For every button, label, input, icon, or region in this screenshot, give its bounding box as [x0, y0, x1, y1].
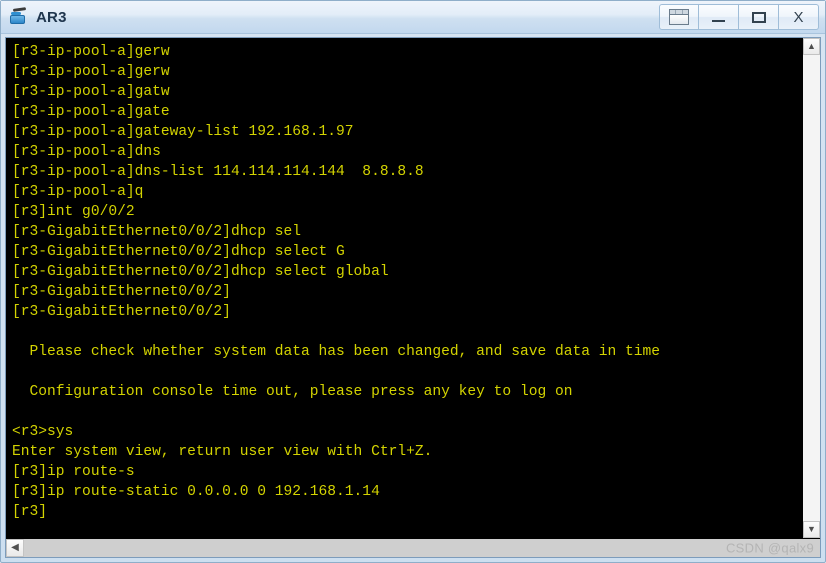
terminal-line: [r3-GigabitEthernet0/0/2] [12, 304, 231, 320]
terminal-line: Enter system view, return user view with… [12, 444, 433, 460]
terminal-line: [r3-GigabitEthernet0/0/2]dhcp select G [12, 244, 345, 260]
terminal-output[interactable]: [r3-ip-pool-a]gerw [r3-ip-pool-a]gerw [r… [6, 38, 802, 538]
terminal-line: [r3-ip-pool-a]dns-list 114.114.114.144 8… [12, 164, 424, 180]
title-bar-left: AR3 [9, 7, 659, 27]
scroll-up-icon[interactable]: ▲ [803, 38, 820, 55]
horizontal-scroll-track[interactable]: CSDN @qalx9 [24, 539, 820, 557]
close-button[interactable]: X [779, 4, 819, 30]
terminal-line: [r3]int g0/0/2 [12, 204, 135, 220]
terminal-line: [r3-ip-pool-a]gatw [12, 84, 170, 100]
minimize-button[interactable] [699, 4, 739, 30]
terminal-line: Please check whether system data has bee… [12, 344, 661, 360]
terminal-line: [r3-ip-pool-a]gateway-list 192.168.1.97 [12, 124, 354, 140]
terminal-line: [r3-GigabitEthernet0/0/2] [12, 284, 231, 300]
cascade-button[interactable] [659, 4, 699, 30]
scroll-left-icon[interactable]: ◀ [6, 539, 24, 557]
title-bar[interactable]: AR3 X [1, 1, 825, 34]
router-icon [9, 7, 29, 27]
terminal-line: [r3-GigabitEthernet0/0/2]dhcp sel [12, 224, 302, 240]
terminal-line: Configuration console time out, please p… [12, 384, 573, 400]
terminal-line: [r3]ip route-s [12, 464, 135, 480]
terminal-line: [r3-GigabitEthernet0/0/2]dhcp select glo… [12, 264, 389, 280]
cascade-icon [669, 9, 689, 25]
terminal-line: [r3-ip-pool-a]gerw [12, 44, 170, 60]
scroll-down-icon[interactable]: ▼ [803, 521, 820, 538]
terminal-body: [r3-ip-pool-a]gerw [r3-ip-pool-a]gerw [r… [6, 38, 820, 538]
terminal-frame: [r3-ip-pool-a]gerw [r3-ip-pool-a]gerw [r… [5, 37, 821, 558]
watermark-text: CSDN @qalx9 [725, 540, 814, 556]
window-controls: X [659, 4, 819, 30]
close-icon: X [793, 8, 804, 26]
maximize-button[interactable] [739, 4, 779, 30]
client-area: [r3-ip-pool-a]gerw [r3-ip-pool-a]gerw [r… [1, 34, 825, 562]
terminal-line: [r3-ip-pool-a]dns [12, 144, 161, 160]
terminal-line: [r3-ip-pool-a]gerw [12, 64, 170, 80]
horizontal-scrollbar[interactable]: ◀ CSDN @qalx9 [6, 538, 820, 557]
minimize-icon [712, 19, 725, 22]
terminal-line: [r3-ip-pool-a]gate [12, 104, 170, 120]
router-cli-window: AR3 X [r3-ip-pool-a]gerw [r3-ip-pool-a]g… [0, 0, 826, 563]
terminal-line: [r3] [12, 504, 48, 520]
terminal-line: <r3>sys [12, 424, 74, 440]
vertical-scroll-track[interactable] [803, 55, 820, 521]
terminal-line: [r3]ip route-static 0.0.0.0 0 192.168.1.… [12, 484, 380, 500]
maximize-icon [751, 11, 766, 23]
window-title: AR3 [36, 8, 67, 26]
vertical-scrollbar[interactable]: ▲ ▼ [802, 38, 820, 538]
terminal-line: [r3-ip-pool-a]q [12, 184, 144, 200]
